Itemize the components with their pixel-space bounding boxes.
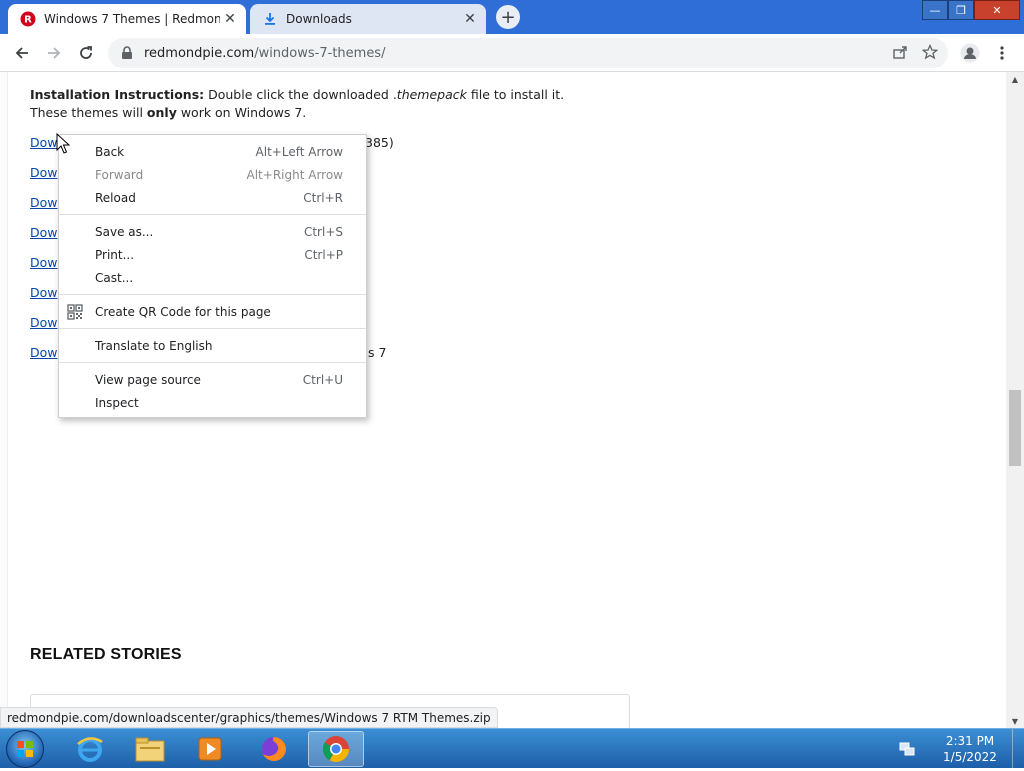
download-link[interactable]: Dow xyxy=(30,345,58,360)
forward-button[interactable] xyxy=(42,41,66,65)
menu-item-print[interactable]: Print... Ctrl+P xyxy=(59,243,366,266)
menu-separator xyxy=(59,328,366,329)
page-left-border xyxy=(0,72,8,728)
related-stories-heading: RELATED STORIES xyxy=(30,646,182,663)
new-tab-button[interactable]: + xyxy=(496,5,520,29)
svg-text:R: R xyxy=(24,15,32,26)
tab-close-icon[interactable]: ✕ xyxy=(220,9,240,29)
scrollbar-thumb[interactable] xyxy=(1009,390,1021,466)
menu-item-reload[interactable]: Reload Ctrl+R xyxy=(59,186,366,209)
lock-icon xyxy=(122,46,132,59)
system-tray: 2:31 PM 1/5/2022 xyxy=(898,729,1024,769)
kebab-menu-icon xyxy=(1000,46,1004,60)
download-link[interactable]: Dow xyxy=(30,315,58,330)
profile-avatar-icon xyxy=(960,43,980,63)
tab-title: Downloads xyxy=(286,12,352,26)
menu-item-view-source[interactable]: View page source Ctrl+U xyxy=(59,368,366,391)
download-link-tail: 385) xyxy=(365,135,394,150)
menu-item-save-as[interactable]: Save as... Ctrl+S xyxy=(59,220,366,243)
menu-separator xyxy=(59,214,366,215)
firefox-icon[interactable] xyxy=(246,731,302,767)
scroll-down-arrow-icon[interactable]: ▼ xyxy=(1006,714,1024,728)
forward-arrow-icon xyxy=(48,47,61,59)
qr-code-icon xyxy=(67,304,83,320)
scroll-up-arrow-icon[interactable]: ▲ xyxy=(1006,72,1024,86)
tab-windows-7-themes[interactable]: R Windows 7 Themes | Redmond P ✕ xyxy=(8,4,246,34)
reload-icon xyxy=(80,46,92,59)
share-icon[interactable] xyxy=(892,44,908,60)
clock-time: 2:31 PM xyxy=(945,734,995,748)
close-button[interactable]: ✕ xyxy=(974,0,1020,20)
tab-title: Windows 7 Themes | Redmond P xyxy=(44,12,220,26)
page-scrollbar[interactable]: ▲ ▼ xyxy=(1006,72,1024,728)
windows-taskbar: 2:31 PM 1/5/2022 xyxy=(0,728,1024,769)
tab-strip: R Windows 7 Themes | Redmond P ✕ Downloa… xyxy=(0,0,1024,34)
minimize-button[interactable]: — xyxy=(922,0,948,20)
download-link[interactable]: Dow xyxy=(30,195,58,210)
window-controls: — ❐ ✕ xyxy=(922,0,1020,20)
download-icon xyxy=(262,11,278,27)
menu-item-forward[interactable]: Forward Alt+Right Arrow xyxy=(59,163,366,186)
menu-item-cast[interactable]: Cast... xyxy=(59,266,366,289)
tab-close-icon[interactable]: ✕ xyxy=(460,9,480,29)
menu-button[interactable] xyxy=(990,41,1014,65)
internet-explorer-icon[interactable] xyxy=(62,731,118,767)
clock[interactable]: 2:31 PM 1/5/2022 xyxy=(928,733,1012,765)
browser-toolbar: redmondpie.com/windows-7-themes/ xyxy=(0,34,1024,72)
download-link-tail: s 7 xyxy=(368,345,387,360)
tab-downloads[interactable]: Downloads ✕ xyxy=(250,4,486,34)
file-explorer-icon[interactable] xyxy=(122,731,178,767)
menu-separator xyxy=(59,294,366,295)
download-link[interactable]: Dow xyxy=(30,285,58,300)
bookmark-star-icon[interactable] xyxy=(922,44,938,60)
maximize-button[interactable]: ❐ xyxy=(948,0,974,20)
redmondpie-icon: R xyxy=(20,11,36,27)
installation-instructions: Installation Instructions: Double click … xyxy=(30,87,565,120)
profile-button[interactable] xyxy=(958,41,982,65)
show-desktop-button[interactable] xyxy=(1012,729,1024,769)
menu-item-create-qr-code[interactable]: Create QR Code for this page xyxy=(59,300,366,323)
url-text: redmondpie.com/windows-7-themes/ xyxy=(144,45,386,61)
download-link[interactable]: Dow xyxy=(30,135,58,150)
context-menu: Back Alt+Left Arrow Forward Alt+Right Ar… xyxy=(58,134,367,418)
reload-button[interactable] xyxy=(74,41,98,65)
menu-item-back[interactable]: Back Alt+Left Arrow xyxy=(59,140,366,163)
download-link[interactable]: Dow xyxy=(30,225,58,240)
menu-item-inspect[interactable]: Inspect xyxy=(59,391,366,414)
menu-item-translate[interactable]: Translate to English xyxy=(59,334,366,357)
media-player-icon[interactable] xyxy=(182,731,238,767)
mouse-cursor-icon xyxy=(56,133,70,154)
clock-date: 1/5/2022 xyxy=(943,750,997,764)
network-icon[interactable] xyxy=(898,740,916,758)
windows-logo-icon xyxy=(17,741,33,757)
chrome-icon[interactable] xyxy=(308,731,364,767)
start-button[interactable] xyxy=(6,730,44,768)
back-arrow-icon xyxy=(15,47,28,59)
download-link[interactable]: Dow xyxy=(30,165,58,180)
download-link[interactable]: Dow xyxy=(30,255,58,270)
back-button[interactable] xyxy=(10,41,34,65)
menu-separator xyxy=(59,362,366,363)
link-status-bubble: redmondpie.com/downloadscenter/graphics/… xyxy=(0,707,498,728)
address-bar[interactable]: redmondpie.com/windows-7-themes/ xyxy=(108,38,948,68)
